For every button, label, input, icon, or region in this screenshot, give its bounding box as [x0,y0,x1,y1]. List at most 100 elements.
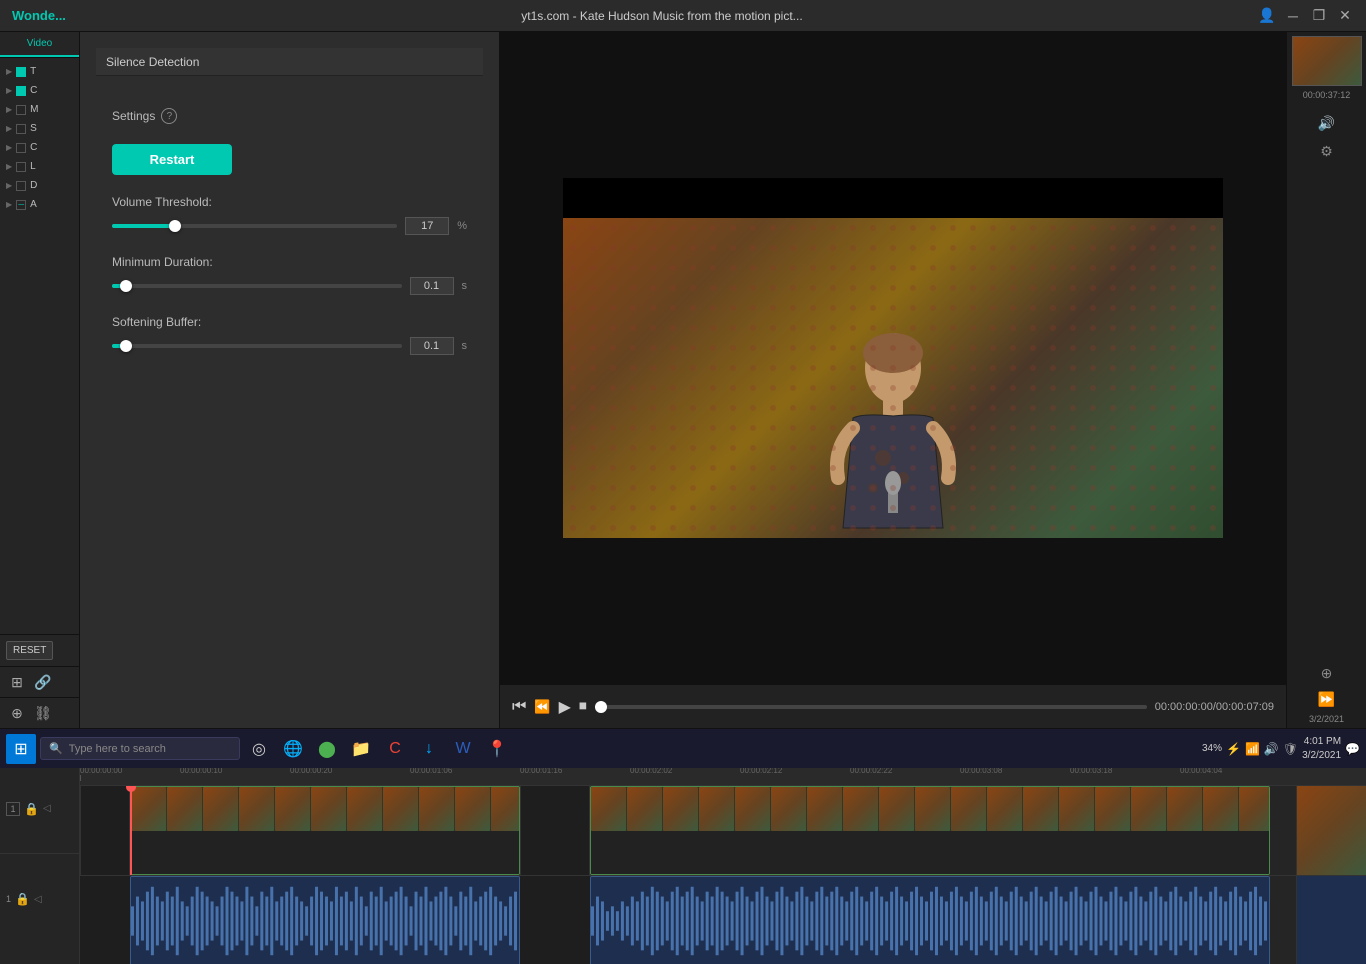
volume-slider-track[interactable] [112,224,397,228]
track-checkbox-C[interactable] [16,86,26,96]
taskbar-app-download[interactable]: ↓ [414,734,444,764]
gap-between-clips [520,786,590,875]
timeline-content[interactable]: 00:00:00:00 00:00:00:10 00:00:00:20 00:0… [80,764,1366,964]
time-display: 00:00:00:00/00:00:07:09 [1155,701,1274,713]
volume-slider-row: 17 % [112,217,467,235]
taskbar-app-chrome2[interactable]: C [380,734,410,764]
taskbar-app-word[interactable]: W [448,734,478,764]
audio-clip-1[interactable] [130,876,520,964]
thumb-4 [239,787,274,831]
softening-slider-track[interactable] [112,344,402,348]
progress-thumb[interactable] [595,701,607,713]
thumb-3 [203,787,238,831]
rewind-button[interactable]: ⏮ [512,698,526,716]
video-clip-1[interactable] [130,786,520,875]
volume-icon-2[interactable]: ◁ [34,894,42,905]
left-tabs: Video [0,32,79,58]
settings-label: Settings [112,109,155,123]
volume-slider-thumb[interactable] [169,220,181,232]
audio-clip-2[interactable] [590,876,1270,964]
play-button[interactable]: ▶ [559,697,571,717]
track-checkbox-D[interactable] [16,181,26,191]
min-duration-value[interactable]: 0.1 [410,277,454,295]
lock-icon-1[interactable]: 🔒 [24,802,39,816]
notification-icon[interactable]: 💬 [1345,742,1360,756]
reset-button[interactable]: RESET [6,641,53,660]
taskbar-search-box[interactable]: 🔍 Type here to search [40,737,240,760]
waveform-svg-2 [591,877,1269,964]
add-media-icon[interactable]: ⊕ [6,702,28,724]
taskbar-app-maps[interactable]: 📍 [482,734,512,764]
bottom-controls-left: RESET [0,634,79,666]
right-panel: 00:00:37:12 🔊 ⚙ ⊕ ⏩ 3/2/2021 [1286,32,1366,728]
start-button[interactable]: ⊞ [6,734,36,764]
track-label-A: A [30,199,37,210]
tab-video[interactable]: Video [0,32,79,57]
snap-icon[interactable]: ⊞ [6,671,28,693]
volume-value[interactable]: 17 [405,217,449,235]
help-icon[interactable]: ? [161,108,177,124]
step-back-button[interactable]: ⏪ [534,699,550,715]
playhead[interactable] [130,786,132,875]
clip-1-bottom [131,831,519,875]
track-item-D[interactable]: ▶ D [0,176,79,195]
lock-icon-2[interactable]: 🔒 [15,892,30,906]
track-item-T[interactable]: ▶ T [0,62,79,81]
right-settings-icon[interactable]: ⚙ [1313,140,1341,162]
min-duration-slider-thumb[interactable] [120,280,132,292]
taskbar-app-chrome[interactable]: ⬤ [312,734,342,764]
min-duration-slider-track[interactable] [112,284,402,288]
softening-value[interactable]: 0.1 [410,337,454,355]
thumb2-10 [915,787,950,831]
track-list: ▶ T ▶ C ▶ M ▶ S ▶ C [0,58,79,634]
track-checkbox-C2[interactable] [16,143,26,153]
track-item-C2[interactable]: ▶ C [0,138,79,157]
min-duration-unit: s [462,280,468,292]
track-checkbox-S[interactable] [16,124,26,134]
profile-button[interactable]: 👤 [1258,7,1276,25]
track-item-S[interactable]: ▶ S [0,119,79,138]
softening-slider-thumb[interactable] [120,340,132,352]
video-clip-2[interactable] [590,786,1270,875]
volume-threshold-group: Volume Threshold: 17 % [112,195,467,235]
track-item-M[interactable]: ▶ M [0,100,79,119]
taskbar-app-cortana[interactable]: ◎ [244,734,274,764]
stop-button[interactable]: ⏹ [579,698,587,716]
right-forward-icon[interactable]: ⏩ [1313,688,1341,710]
audio-track[interactable] [80,876,1366,964]
track-item-A[interactable]: ▶ ─ A [0,195,79,214]
track-checkbox-A[interactable]: ─ [16,200,26,210]
restart-button[interactable]: Restart [112,144,232,175]
track-item-L[interactable]: ▶ L [0,157,79,176]
waveform-svg-1 [131,877,519,964]
audio-track-header: 1 🔒 ◁ [0,854,79,944]
maximize-button[interactable]: ❐ [1310,7,1328,25]
track-checkbox-L[interactable] [16,162,26,172]
right-volume-icon[interactable]: 🔊 [1313,112,1341,134]
taskbar-app-files[interactable]: 📁 [346,734,376,764]
video-track[interactable] [80,786,1366,876]
app-logo: Wonde... [12,8,66,23]
close-button[interactable]: ✕ [1336,7,1354,25]
video-preview [500,32,1286,684]
track-checkbox-M[interactable] [16,105,26,115]
audio-gap-left [80,876,130,964]
minimize-button[interactable]: ─ [1284,7,1302,25]
video-area: ⏮ ⏪ ▶ ⏹ 00:00:00:00/00:00:07:09 [500,32,1286,728]
volume-icon-1[interactable]: ◁ [43,803,51,814]
audio-right-edge [1296,876,1366,964]
track-checkbox-T[interactable] [16,67,26,77]
track-expand-icon-a: ▶ [6,200,12,209]
link2-icon[interactable]: ⛓ [32,702,54,724]
track-expand-icon-l: ▶ [6,162,12,171]
battery-percent: 34% [1202,743,1222,754]
taskbar-app-edge[interactable]: 🌐 [278,734,308,764]
softening-unit: s [462,340,468,352]
system-clock[interactable]: 4:01 PM 3/2/2021 [1302,735,1341,763]
link-icon[interactable]: 🔗 [32,671,54,693]
right-add-icon[interactable]: ⊕ [1313,662,1341,684]
track-num-1: 1 [6,802,20,816]
progress-bar[interactable] [595,705,1147,709]
track-item-C[interactable]: ▶ C [0,81,79,100]
right-date: 3/2/2021 [1309,714,1344,724]
